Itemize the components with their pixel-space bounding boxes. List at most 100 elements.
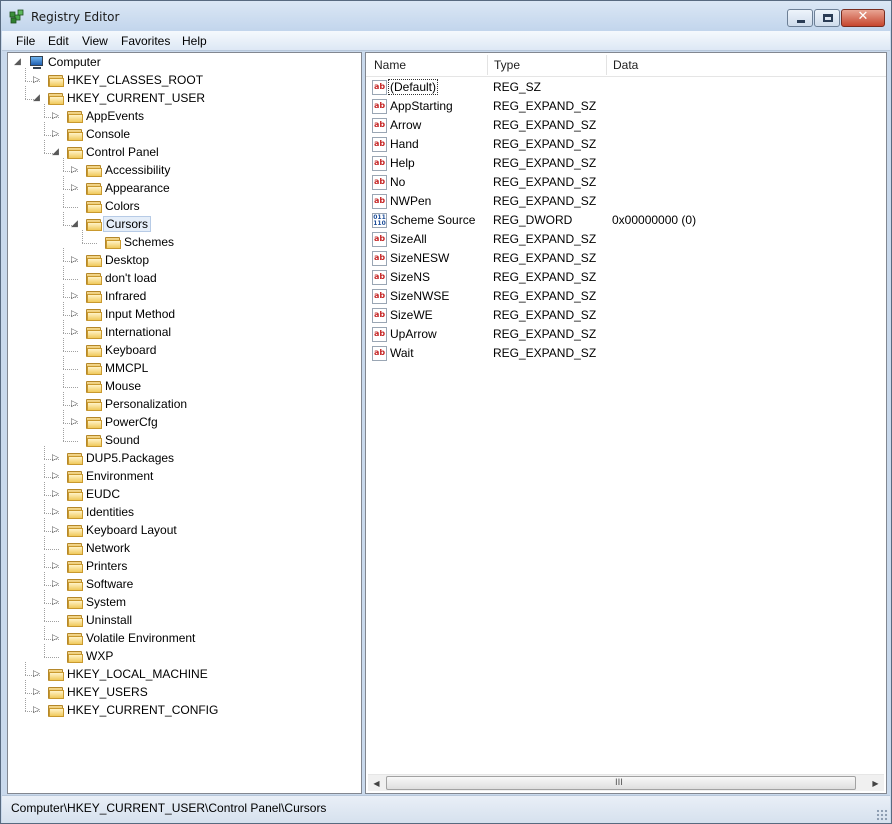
expanded-arrow-icon[interactable]: ◢ [14,58,23,67]
value-row[interactable]: ab UpArrow REG_EXPAND_SZ [366,325,886,344]
collapsed-arrow-icon[interactable]: ▷ [52,580,61,589]
scrollbar-thumb[interactable]: III [386,776,856,790]
tree-item[interactable]: ▷ HKEY_LOCAL_MACHINE [8,666,361,684]
value-row[interactable]: ab NWPen REG_EXPAND_SZ [366,192,886,211]
tree-item[interactable]: ◢ Cursors [8,216,361,234]
collapsed-arrow-icon[interactable]: ▷ [33,688,42,697]
tree-item[interactable]: ▷ EUDC [8,486,361,504]
column-separator[interactable] [606,55,607,75]
collapsed-arrow-icon[interactable]: ▷ [71,292,80,301]
collapsed-arrow-icon[interactable]: ▷ [52,130,61,139]
collapsed-arrow-icon[interactable]: ▷ [71,418,80,427]
tree-item[interactable]: ▷ AppEvents [8,108,361,126]
registry-value-list[interactable]: Name Type Data ab (Default) REG_SZ ab AppSta… [365,52,887,794]
expanded-arrow-icon[interactable]: ◢ [71,220,80,229]
horizontal-scrollbar[interactable]: ◀ III ▶ [368,774,884,791]
tree-item[interactable]: ▷ International [8,324,361,342]
collapsed-arrow-icon[interactable]: ▷ [71,256,80,265]
column-separator[interactable] [487,55,488,75]
tree-item[interactable]: Mouse [8,378,361,396]
tree-item[interactable]: don't load [8,270,361,288]
tree-item[interactable]: ▷ Identities [8,504,361,522]
tree-item[interactable]: ▷ PowerCfg [8,414,361,432]
title-bar[interactable]: Registry Editor ✕ [1,1,891,31]
collapsed-arrow-icon[interactable]: ▷ [52,562,61,571]
value-row[interactable]: ab SizeAll REG_EXPAND_SZ [366,230,886,249]
value-row[interactable]: ab SizeNWSE REG_EXPAND_SZ [366,287,886,306]
value-row[interactable]: ab Wait REG_EXPAND_SZ [366,344,886,363]
resize-grip-icon[interactable] [876,809,888,821]
value-row[interactable]: ab No REG_EXPAND_SZ [366,173,886,192]
tree-item[interactable]: Sound [8,432,361,450]
scroll-left-icon[interactable]: ◀ [368,775,385,792]
expanded-arrow-icon[interactable]: ◢ [33,94,42,103]
tree-item[interactable]: WXP [8,648,361,666]
tree-item[interactable]: Uninstall [8,612,361,630]
column-header-name[interactable]: Name [374,58,406,72]
registry-key-tree[interactable]: ◢ Computer ▷ HKEY_CLASSES_ROOT ◢ HKEY_CURRENT… [7,52,362,794]
tree-item[interactable]: ▷ Infrared [8,288,361,306]
collapsed-arrow-icon[interactable]: ▷ [33,670,42,679]
value-row[interactable]: 011 110 Scheme Source REG_DWORD 0x00000000 … [366,211,886,230]
tree-item[interactable]: ▷ Volatile Environment [8,630,361,648]
collapsed-arrow-icon[interactable]: ▷ [52,526,61,535]
tree-item[interactable]: ▷ Accessibility [8,162,361,180]
tree-item[interactable]: MMCPL [8,360,361,378]
tree-item[interactable]: ◢ Computer [8,54,361,72]
tree-item[interactable]: ▷ Input Method [8,306,361,324]
menu-help[interactable]: Help [182,34,207,48]
collapsed-arrow-icon[interactable]: ▷ [52,508,61,517]
tree-item[interactable]: ▷ Desktop [8,252,361,270]
collapsed-arrow-icon[interactable]: ▷ [52,472,61,481]
tree-item[interactable]: ◢ Control Panel [8,144,361,162]
maximize-button[interactable] [814,9,840,27]
column-header-type[interactable]: Type [494,58,520,72]
tree-item[interactable]: ◢ HKEY_CURRENT_USER [8,90,361,108]
collapsed-arrow-icon[interactable]: ▷ [52,490,61,499]
tree-item[interactable]: ▷ DUP5.Packages [8,450,361,468]
value-row[interactable]: ab Help REG_EXPAND_SZ [366,154,886,173]
value-row[interactable]: ab SizeNS REG_EXPAND_SZ [366,268,886,287]
value-row[interactable]: ab Arrow REG_EXPAND_SZ [366,116,886,135]
value-row[interactable]: ab AppStarting REG_EXPAND_SZ [366,97,886,116]
collapsed-arrow-icon[interactable]: ▷ [52,454,61,463]
tree-item[interactable]: ▷ HKEY_USERS [8,684,361,702]
close-button[interactable]: ✕ [841,9,885,27]
tree-item[interactable]: Colors [8,198,361,216]
tree-item[interactable]: ▷ Printers [8,558,361,576]
menu-favorites[interactable]: Favorites [121,34,170,48]
tree-item[interactable]: ▷ Keyboard Layout [8,522,361,540]
collapsed-arrow-icon[interactable]: ▷ [71,166,80,175]
collapsed-arrow-icon[interactable]: ▷ [71,184,80,193]
tree-item[interactable]: Keyboard [8,342,361,360]
collapsed-arrow-icon[interactable]: ▷ [71,400,80,409]
collapsed-arrow-icon[interactable]: ▷ [71,310,80,319]
collapsed-arrow-icon[interactable]: ▷ [52,634,61,643]
value-row[interactable]: ab SizeNESW REG_EXPAND_SZ [366,249,886,268]
collapsed-arrow-icon[interactable]: ▷ [33,706,42,715]
collapsed-arrow-icon[interactable]: ▷ [52,112,61,121]
collapsed-arrow-icon[interactable]: ▷ [71,328,80,337]
menu-file[interactable]: File [16,34,35,48]
scroll-right-icon[interactable]: ▶ [867,775,884,792]
collapsed-arrow-icon[interactable]: ▷ [52,598,61,607]
tree-item[interactable]: ▷ HKEY_CLASSES_ROOT [8,72,361,90]
tree-item[interactable]: Schemes [8,234,361,252]
menu-view[interactable]: View [82,34,108,48]
expanded-arrow-icon[interactable]: ◢ [52,148,61,157]
tree-item[interactable]: ▷ Appearance [8,180,361,198]
tree-item[interactable]: ▷ System [8,594,361,612]
tree-item[interactable]: ▷ Software [8,576,361,594]
collapsed-arrow-icon[interactable]: ▷ [33,76,42,85]
tree-item[interactable]: ▷ HKEY_CURRENT_CONFIG [8,702,361,720]
tree-item[interactable]: Network [8,540,361,558]
tree-item[interactable]: ▷ Personalization [8,396,361,414]
menu-edit[interactable]: Edit [48,34,69,48]
tree-item[interactable]: ▷ Environment [8,468,361,486]
column-header-data[interactable]: Data [613,58,638,72]
value-row[interactable]: ab SizeWE REG_EXPAND_SZ [366,306,886,325]
value-row[interactable]: ab (Default) REG_SZ [366,78,886,97]
value-row[interactable]: ab Hand REG_EXPAND_SZ [366,135,886,154]
minimize-button[interactable] [787,9,813,27]
tree-item[interactable]: ▷ Console [8,126,361,144]
